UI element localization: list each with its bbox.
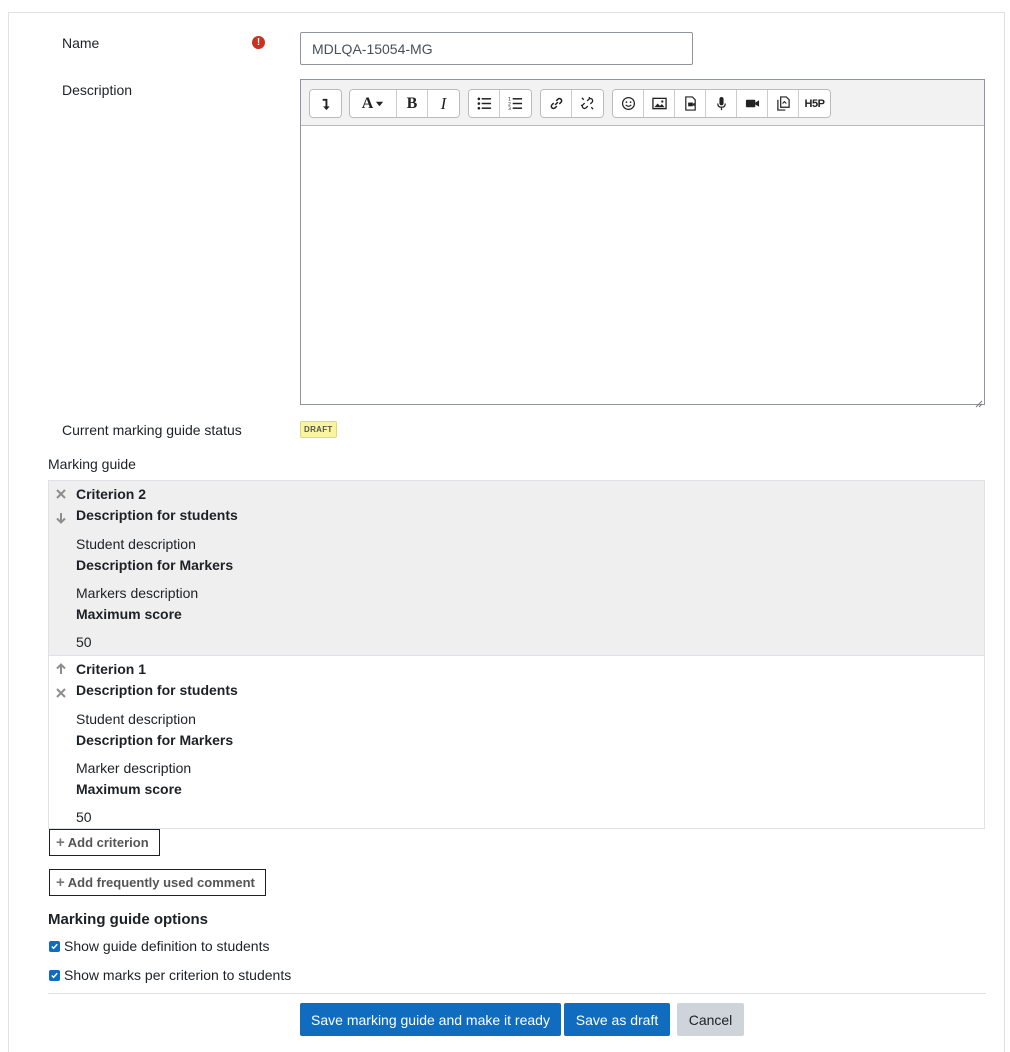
markers-description[interactable]: Marker description (76, 760, 191, 776)
divider (48, 993, 986, 994)
show-definition-label: Show guide definition to students (64, 938, 270, 954)
record-audio-icon[interactable] (706, 90, 737, 117)
delete-icon[interactable] (55, 487, 67, 499)
plus-icon: + (56, 834, 65, 851)
save-ready-button[interactable]: Save marking guide and make it ready (300, 1003, 561, 1036)
marking-guide-label: Marking guide (48, 456, 136, 472)
record-video-icon[interactable] (737, 90, 768, 117)
options-title: Marking guide options (48, 911, 208, 928)
option-show-marks: Show marks per criterion to students (49, 967, 291, 983)
bold-icon[interactable]: B (397, 90, 428, 117)
desc-markers-heading: Description for Markers (76, 557, 234, 573)
required-icon: ! (252, 36, 265, 49)
plus-icon: + (56, 874, 65, 891)
criterion-row: Criterion 2 Description for students Stu… (49, 481, 984, 655)
max-score-value[interactable]: 50 (76, 809, 92, 825)
max-score-heading: Maximum score (76, 781, 182, 797)
link-icon[interactable] (541, 90, 572, 117)
add-criterion-button[interactable]: + Add criterion (49, 829, 160, 856)
resize-handle[interactable] (975, 395, 983, 408)
unlink-icon[interactable] (572, 90, 603, 117)
emoji-icon[interactable] (613, 90, 644, 117)
editor-toolbar: A B I 123 H5P (301, 80, 984, 126)
delete-icon[interactable] (55, 686, 67, 698)
criteria-table: Criterion 2 Description for students Stu… (48, 480, 985, 829)
media-icon[interactable] (675, 90, 706, 117)
desc-students-heading: Description for students (76, 507, 238, 523)
italic-icon[interactable]: I (428, 90, 459, 117)
criterion-row: Criterion 1 Description for students Stu… (49, 655, 984, 828)
description-editor: A B I 123 H5P (300, 79, 985, 408)
option-show-definition: Show guide definition to students (49, 938, 269, 954)
criterion-name[interactable]: Criterion 1 (76, 661, 146, 677)
desc-markers-heading: Description for Markers (76, 732, 234, 748)
name-label: Name (62, 35, 100, 51)
status-label: Current marking guide status (62, 422, 242, 438)
save-draft-button[interactable]: Save as draft (564, 1003, 670, 1036)
desc-students-heading: Description for students (76, 682, 238, 698)
unordered-list-icon[interactable] (469, 90, 500, 117)
manage-files-icon[interactable] (768, 90, 799, 117)
add-comment-button[interactable]: + Add frequently used comment (49, 869, 266, 896)
status-badge: DRAFT (300, 421, 337, 438)
show-marks-checkbox[interactable] (49, 969, 60, 981)
ordered-list-icon[interactable]: 123 (500, 90, 531, 117)
max-score-value[interactable]: 50 (76, 634, 92, 650)
font-icon[interactable]: A (350, 90, 397, 117)
description-label: Description (62, 82, 133, 98)
student-description[interactable]: Student description (76, 711, 196, 727)
name-input[interactable] (300, 32, 693, 65)
markers-description[interactable]: Markers description (76, 585, 198, 601)
student-description[interactable]: Student description (76, 536, 196, 552)
show-definition-checkbox[interactable] (49, 940, 60, 952)
collapse-icon[interactable] (310, 90, 341, 117)
show-marks-label: Show marks per criterion to students (64, 967, 292, 983)
criterion-name[interactable]: Criterion 2 (76, 486, 146, 502)
cancel-button[interactable]: Cancel (677, 1003, 744, 1036)
h5p-icon[interactable]: H5P (799, 90, 830, 117)
max-score-heading: Maximum score (76, 606, 182, 622)
svg-text:3: 3 (508, 106, 511, 111)
image-icon[interactable] (644, 90, 675, 117)
move-up-icon[interactable] (55, 662, 67, 674)
move-down-icon[interactable] (55, 511, 67, 524)
